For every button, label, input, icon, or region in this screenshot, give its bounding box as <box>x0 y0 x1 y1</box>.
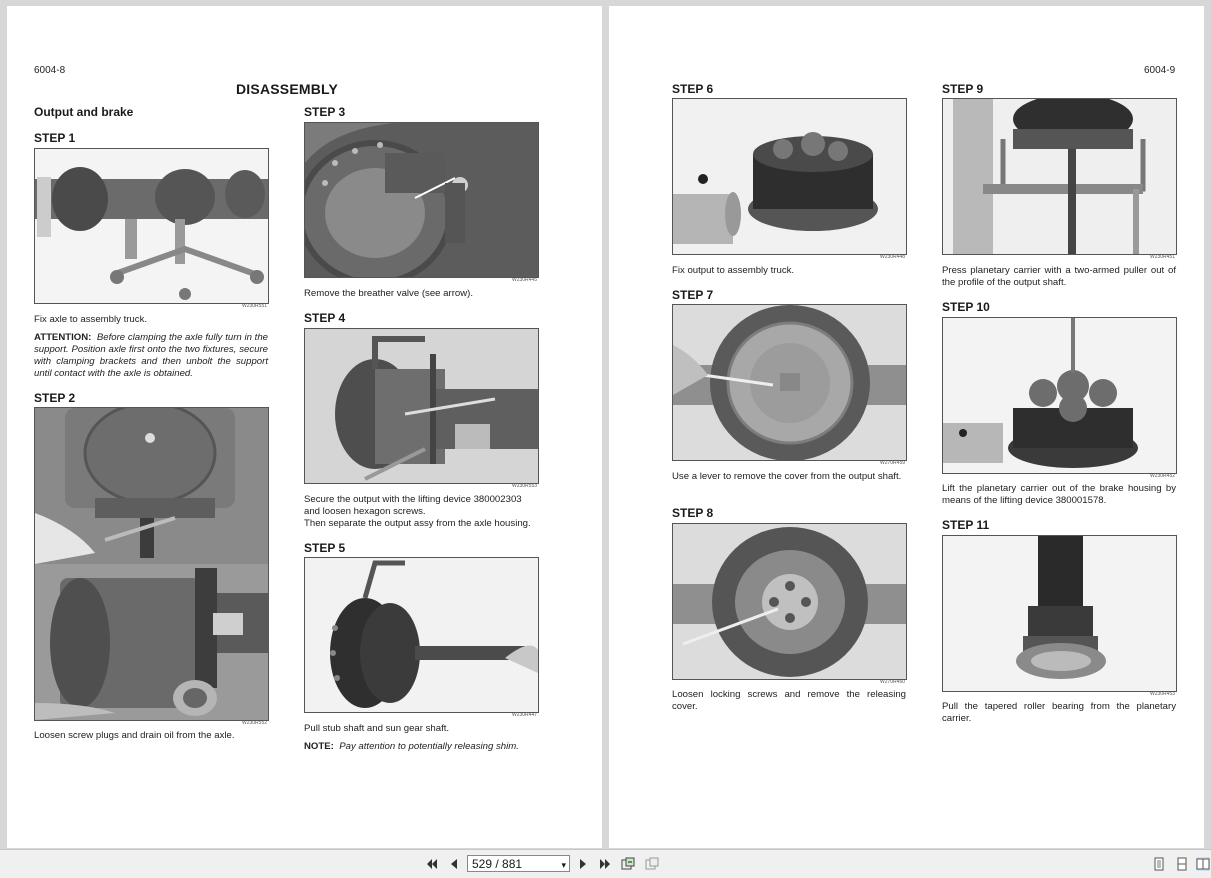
step-4-caption: Secure the output with the lifting devic… <box>304 494 544 530</box>
step-8-caption: Loosen locking screws and remove the rel… <box>672 689 906 712</box>
caption-line: and loosen hexagon screws. <box>304 506 426 517</box>
step-10-caption: Lift the planetary carrier out of the br… <box>942 483 1176 506</box>
previous-page-icon[interactable] <box>447 857 461 871</box>
step-4-heading: STEP 4 <box>304 311 346 325</box>
image-code: W230R453 <box>1149 691 1175 697</box>
step-3-photo <box>304 122 539 278</box>
image-code: W230R553 <box>511 483 537 489</box>
step-7-heading: STEP 7 <box>672 288 714 302</box>
continuous-view-icon[interactable] <box>1175 857 1189 871</box>
image-code: W230R452 <box>1149 473 1175 479</box>
step-9-heading: STEP 9 <box>942 82 984 96</box>
step-2-heading: STEP 2 <box>34 391 76 405</box>
step-5-photo <box>304 557 539 713</box>
step-2-caption: Loosen screw plugs and drain oil from th… <box>34 730 235 741</box>
step-11-caption: Pull the tapered roller bearing from the… <box>942 701 1176 724</box>
step-1-heading: STEP 1 <box>34 131 76 145</box>
left-page: 6004-8 DISASSEMBLY Output and brake STEP… <box>7 6 602 848</box>
step-3-heading: STEP 3 <box>304 105 346 119</box>
note-label: NOTE: <box>304 741 334 752</box>
note: NOTE: Pay attention to potentially relea… <box>304 741 544 753</box>
step-5-caption: Pull stub shaft and sun gear shaft. <box>304 723 450 734</box>
step-6-heading: STEP 6 <box>672 82 714 96</box>
image-code: W230R447 <box>511 712 537 718</box>
viewer-toolbar: 529 / 881 ▾ <box>0 849 1211 878</box>
step-10-heading: STEP 10 <box>942 300 990 314</box>
image-code: W230R451 <box>1149 254 1175 260</box>
step-3-caption: Remove the breather valve (see arrow). <box>304 288 474 299</box>
step-8-photo <box>672 523 907 680</box>
step-7-photo <box>672 304 907 461</box>
two-page-view-icon[interactable] <box>1196 857 1210 871</box>
next-page-icon[interactable] <box>576 857 590 871</box>
step-10-photo <box>942 317 1177 474</box>
step-6-caption: Fix output to assembly truck. <box>672 265 795 276</box>
step-7-caption: Use a lever to remove the cover from the… <box>672 471 902 482</box>
page-indicator: 529 / 881 <box>472 857 523 871</box>
caption-line: Secure the output with the lifting devic… <box>304 494 522 505</box>
page-number: 6004-9 <box>1144 65 1176 76</box>
step-11-photo <box>942 535 1177 692</box>
image-code: W230R445 <box>511 277 537 283</box>
image-code: W230R552 <box>241 720 267 726</box>
image-code: W230R551 <box>241 303 267 309</box>
attention-note: ATTENTION: Before clamping the axle full… <box>34 332 268 380</box>
page-number-input[interactable]: 529 / 881 ▾ <box>467 855 570 872</box>
last-page-icon[interactable] <box>598 857 612 871</box>
step-11-heading: STEP 11 <box>942 518 990 532</box>
page-title: DISASSEMBLY <box>236 81 339 97</box>
go-back-view-icon[interactable] <box>621 857 635 871</box>
note-text: Pay attention to potentially releasing s… <box>339 741 519 752</box>
first-page-icon[interactable] <box>425 857 439 871</box>
step-6-photo <box>672 98 907 255</box>
chevron-down-icon[interactable]: ▾ <box>561 857 566 874</box>
step-1-caption: Fix axle to assembly truck. <box>34 314 148 325</box>
step-9-caption: Press planetary carrier with a two-armed… <box>942 265 1176 288</box>
section-heading: Output and brake <box>34 105 134 119</box>
image-code: W270R460 <box>879 679 905 685</box>
step-1-photo <box>34 148 269 304</box>
go-forward-view-icon[interactable] <box>645 857 659 871</box>
attention-label: ATTENTION: <box>34 332 92 343</box>
step-2-photo <box>34 407 269 721</box>
right-page: 6004-9 STEP 6 W230R448 Fix output to ass… <box>609 6 1204 848</box>
single-page-view-icon[interactable] <box>1152 857 1166 871</box>
page-number: 6004-8 <box>34 65 66 76</box>
step-8-heading: STEP 8 <box>672 506 714 520</box>
step-5-heading: STEP 5 <box>304 541 346 555</box>
step-4-photo <box>304 328 539 484</box>
step-9-photo <box>942 98 1177 255</box>
image-code: W230R448 <box>879 254 905 260</box>
caption-line: Then separate the output assy from the a… <box>304 518 531 529</box>
image-code: W270R459 <box>879 460 905 466</box>
